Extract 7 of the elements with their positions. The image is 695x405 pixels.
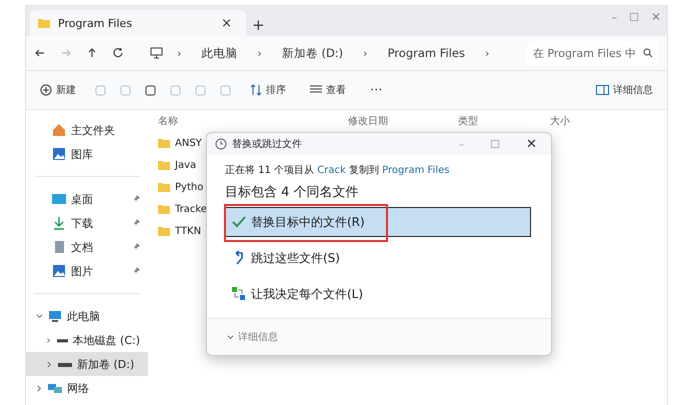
progress-text: 正在将 11 个项目从 Crack 复制到 Program Files [225,164,450,177]
breadcrumb-separator: › [177,46,182,60]
breadcrumb-separator: › [257,46,262,60]
breadcrumb-separator: › [485,46,490,60]
breadcrumb-separator: › [363,46,368,60]
dialog-title: 替换或跳过文件 [232,138,302,151]
dialog-heading: 目标包含 4 个同名文件 [225,184,360,201]
